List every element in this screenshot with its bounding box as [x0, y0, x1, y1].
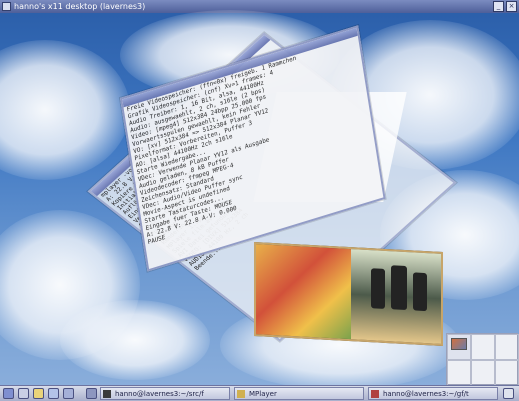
home-icon[interactable]: [18, 388, 29, 399]
pager-desktop-3[interactable]: [495, 334, 519, 360]
task-terminal-2[interactable]: hanno@lavernes3:~/gf/t: [368, 387, 498, 400]
desktop-pager[interactable]: [446, 333, 519, 386]
video-frame-right: [351, 249, 441, 344]
app-icon[interactable]: [2, 2, 11, 11]
terminal-icon: [371, 390, 379, 398]
pager-desktop-1[interactable]: [447, 334, 471, 360]
pager-window-thumbnail: [451, 338, 467, 350]
show-desktop-icon[interactable]: [86, 388, 97, 399]
pager-desktop-2[interactable]: [471, 334, 495, 360]
task-label: hanno@lavernes3:~/gf/t: [383, 390, 469, 398]
task-label: MPlayer: [249, 390, 277, 398]
mplayer-icon: [237, 390, 245, 398]
pager-desktop-4[interactable]: [447, 360, 471, 386]
terminal-launcher-icon[interactable]: [63, 388, 74, 399]
pager-desktop-5[interactable]: [471, 360, 495, 386]
folder-icon[interactable]: [33, 388, 44, 399]
task-mplayer[interactable]: MPlayer: [234, 387, 364, 400]
video-frame-left: [256, 244, 351, 340]
task-label: hanno@lavernes3:~/src/f: [115, 390, 204, 398]
close-button[interactable]: ×: [506, 1, 517, 12]
mplayer-video-window[interactable]: [254, 242, 443, 346]
terminal-icon: [103, 390, 111, 398]
start-menu-icon[interactable]: [3, 388, 14, 399]
task-terminal-1[interactable]: hanno@lavernes3:~/src/f: [100, 387, 230, 400]
taskbar: hanno@lavernes3:~/src/f MPlayer hanno@la…: [0, 385, 519, 401]
window-title: hanno's x11 desktop (lavernes3): [14, 2, 146, 11]
minimize-button[interactable]: _: [493, 1, 504, 12]
browser-icon[interactable]: [48, 388, 59, 399]
pager-desktop-6[interactable]: [495, 360, 519, 386]
tray-icon[interactable]: [503, 388, 514, 399]
